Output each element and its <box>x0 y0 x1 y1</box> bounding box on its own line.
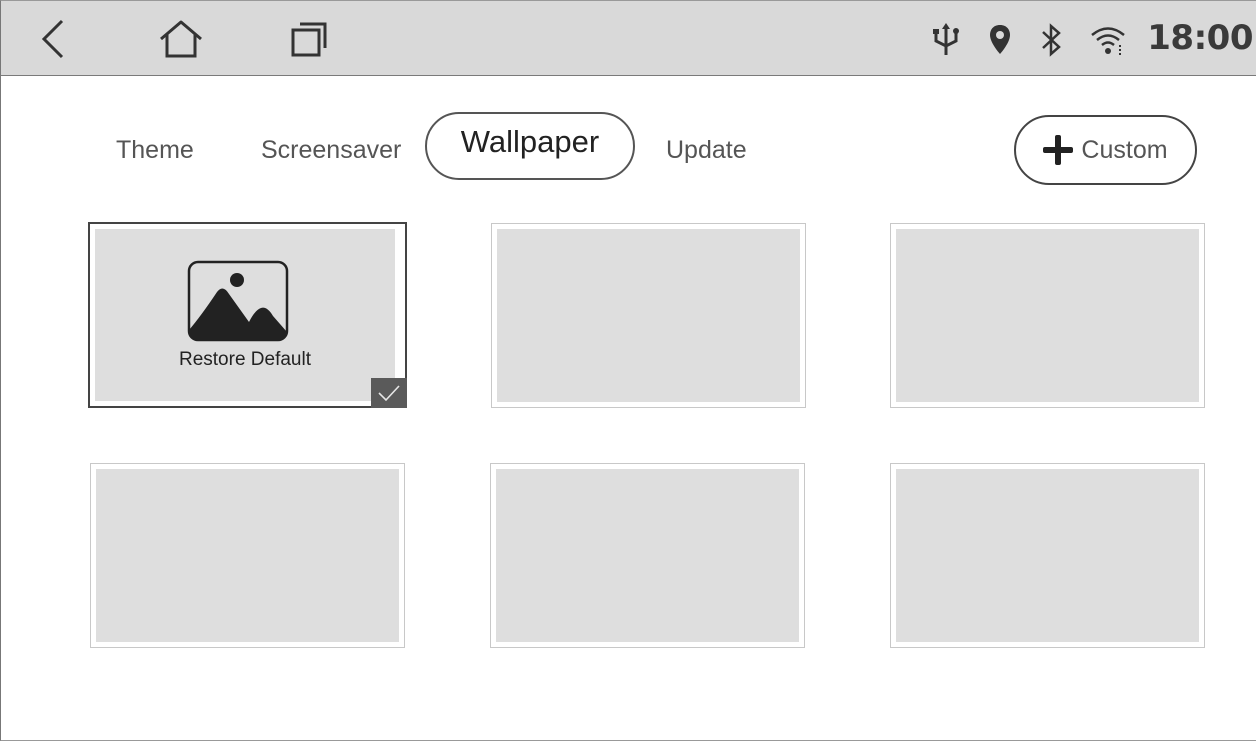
status-bar: 18:00 <box>1 1 1256 76</box>
back-icon <box>41 19 64 58</box>
tab-update[interactable]: Update <box>666 133 747 167</box>
wallpaper-thumbnail <box>497 229 800 402</box>
image-icon <box>187 260 289 342</box>
wallpaper-thumbnail <box>896 229 1199 402</box>
custom-button-label: Custom <box>1081 135 1168 164</box>
wallpaper-card[interactable] <box>890 223 1205 408</box>
wallpaper-thumbnail <box>96 469 399 642</box>
wallpaper-thumbnail <box>896 469 1199 642</box>
plus-icon <box>1043 135 1074 165</box>
tab-screensaver[interactable]: Screensaver <box>261 133 401 167</box>
wallpaper-card[interactable] <box>491 223 806 408</box>
home-icon <box>160 20 202 57</box>
wifi-icon <box>1088 23 1128 57</box>
wallpaper-thumbnail <box>496 469 799 642</box>
wallpaper-card[interactable] <box>890 463 1205 648</box>
status-clock: 18:00 <box>1147 18 1253 58</box>
wallpaper-card[interactable] <box>490 463 805 648</box>
wallpaper-card-restore-default[interactable]: Restore Default <box>88 222 407 408</box>
selected-check-badge <box>371 378 407 408</box>
custom-button[interactable]: Custom <box>1014 115 1197 185</box>
checkmark-icon <box>378 385 400 402</box>
recent-apps-icon <box>291 22 327 56</box>
tab-theme[interactable]: Theme <box>116 133 194 167</box>
location-pin-icon <box>985 23 1015 57</box>
bluetooth-icon <box>1037 23 1067 57</box>
screen-frame: 18:00 Theme Screensaver Wallpaper Update… <box>0 0 1256 741</box>
restore-default-label: Restore Default <box>178 349 311 370</box>
recent-apps-button[interactable] <box>281 1 337 76</box>
back-button[interactable] <box>29 1 77 76</box>
home-button[interactable] <box>151 1 211 76</box>
wallpaper-card[interactable] <box>90 463 405 648</box>
usb-icon <box>929 23 963 57</box>
wallpaper-thumbnail: Restore Default <box>95 229 395 401</box>
tab-wallpaper[interactable]: Wallpaper <box>425 112 635 180</box>
